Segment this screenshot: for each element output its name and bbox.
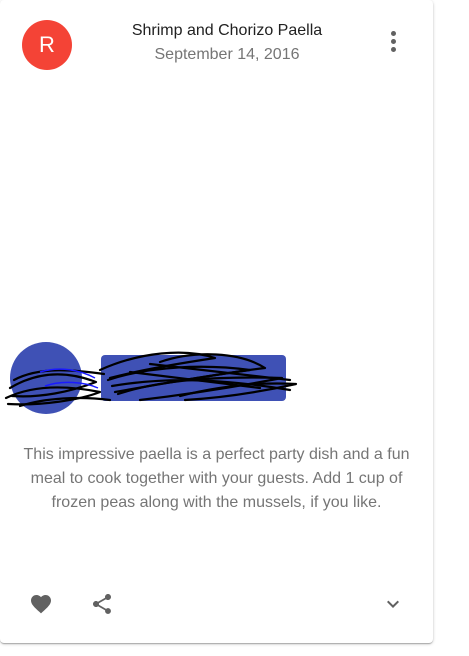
chevron-down-icon: [387, 600, 399, 608]
more-vert-icon: [390, 30, 396, 36]
card-actions: [0, 580, 433, 628]
heart-icon: [31, 595, 51, 614]
card-description: This impressive paella is a perfect part…: [23, 446, 410, 511]
recipe-card: R Shrimp and Chorizo Paella September 14…: [0, 0, 433, 643]
card-header: R Shrimp and Chorizo Paella September 14…: [0, 0, 433, 90]
avatar-letter: R: [39, 32, 55, 57]
redaction-scribble: [4, 342, 298, 414]
more-vert-icon-dot: [390, 38, 396, 44]
card-date: September 14, 2016: [154, 46, 300, 63]
card-title: Shrimp and Chorizo Paella: [131, 22, 323, 39]
avatar: R: [22, 20, 72, 70]
share-icon: [93, 594, 111, 614]
expand-button[interactable]: [373, 584, 413, 624]
share-button[interactable]: [82, 584, 122, 624]
favorite-button[interactable]: [21, 584, 61, 624]
more-options-button[interactable]: [374, 22, 412, 60]
card-media-redacted: [0, 300, 433, 430]
more-vert-icon-dot: [390, 46, 396, 52]
